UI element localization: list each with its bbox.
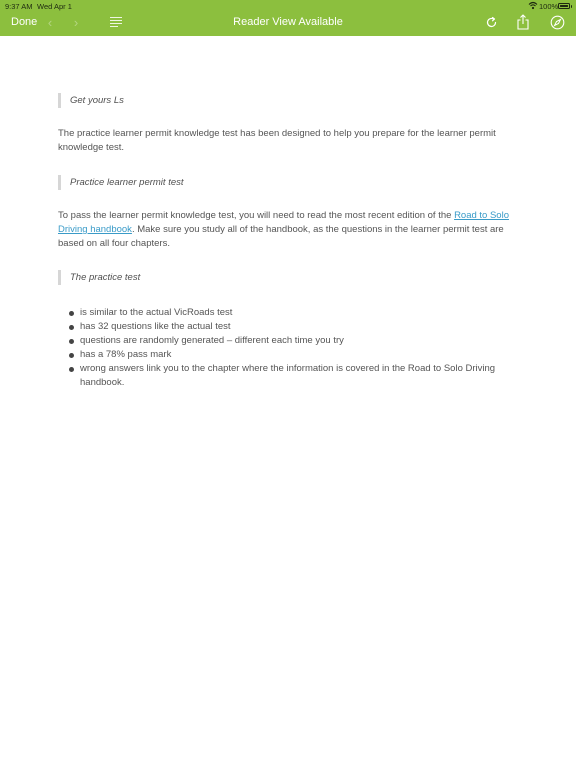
wifi-icon xyxy=(528,1,538,10)
list-item: has 32 questions like the actual test xyxy=(58,320,518,334)
done-button[interactable]: Done xyxy=(11,16,37,28)
list-item-text: wrong answers link you to the chapter wh… xyxy=(80,363,496,388)
list-item-text: is similar to the actual VicRoads test xyxy=(80,307,233,318)
compass-icon[interactable] xyxy=(550,15,565,30)
bullet-icon xyxy=(69,325,74,330)
back-chevron-icon[interactable]: ‹ xyxy=(44,16,56,30)
share-icon[interactable] xyxy=(516,14,530,30)
window-title: Reader View Available xyxy=(233,16,343,28)
status-bar: 9:37 AM Wed Apr 1 100% xyxy=(0,0,576,12)
status-time: 9:37 AM xyxy=(5,2,33,11)
handbook-paragraph: To pass the learner permit knowledge tes… xyxy=(58,209,518,251)
handbook-paragraph-lead: To pass the learner permit knowledge tes… xyxy=(58,210,455,221)
list-item: wrong answers link you to the chapter wh… xyxy=(58,362,518,390)
forward-chevron-icon[interactable]: › xyxy=(70,16,82,30)
practice-test-features-list: is similar to the actual VicRoads test h… xyxy=(58,306,518,390)
list-item: has a 78% pass mark xyxy=(58,348,518,362)
list-item: questions are randomly generated – diffe… xyxy=(58,334,518,348)
list-item-text: questions are randomly generated – diffe… xyxy=(80,335,344,346)
top-bar: 9:37 AM Wed Apr 1 100% Done ‹ › Reader V… xyxy=(0,0,576,36)
bullet-icon xyxy=(69,339,74,344)
battery-icon xyxy=(558,3,572,9)
list-item-text: has a 78% pass mark xyxy=(80,349,172,360)
intro-paragraph: The practice learner permit knowledge te… xyxy=(58,128,496,153)
refresh-icon[interactable] xyxy=(485,16,498,29)
list-icon[interactable] xyxy=(110,17,122,27)
bullet-icon xyxy=(69,311,74,316)
list-item-text: has 32 questions like the actual test xyxy=(80,321,231,332)
bullet-icon xyxy=(69,353,74,358)
battery-percent: 100% xyxy=(539,2,559,11)
section-heading-practice-test: Practice learner permit test xyxy=(58,175,184,190)
status-date: Wed Apr 1 xyxy=(37,2,72,11)
browser-toolbar: Done ‹ › Reader View Available xyxy=(0,12,576,36)
section-heading-the-practice-test: The practice test xyxy=(58,270,140,285)
list-item: is similar to the actual VicRoads test xyxy=(58,306,518,320)
bullet-icon xyxy=(69,367,74,372)
section-heading-get-yours-ls: Get yours Ls xyxy=(58,93,124,108)
